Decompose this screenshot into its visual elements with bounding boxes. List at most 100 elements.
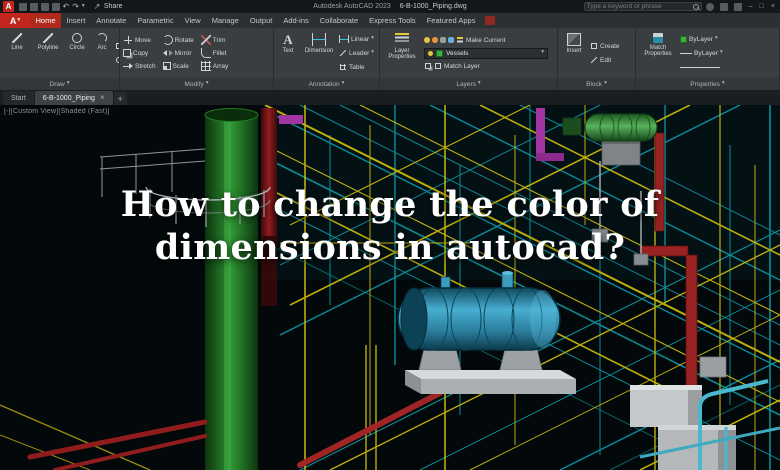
stretch-tool[interactable]: Stretch bbox=[123, 60, 156, 73]
dimension-icon bbox=[312, 33, 326, 46]
tab-annotate[interactable]: Annotate bbox=[91, 13, 132, 28]
make-current-label[interactable]: Make Current bbox=[466, 37, 505, 44]
close-tab-icon[interactable]: × bbox=[100, 94, 105, 102]
polyline-tool[interactable]: Polyline bbox=[34, 30, 62, 76]
application-menu-caret-icon: ▾ bbox=[17, 16, 21, 23]
viewport-controls[interactable]: [-][Custom View][Shaded (Fast)] bbox=[4, 108, 110, 115]
rectangle-icon[interactable] bbox=[116, 43, 119, 49]
tab-insert[interactable]: Insert bbox=[61, 13, 91, 28]
leader-tool[interactable]: Leader ▾ bbox=[339, 47, 374, 60]
search-box[interactable] bbox=[583, 2, 702, 11]
dimension-label: Dimension bbox=[304, 48, 334, 54]
layer-isolate-icon[interactable] bbox=[435, 63, 441, 69]
scale-tool[interactable]: Scale bbox=[162, 60, 194, 73]
mirror-tool[interactable]: Mirror bbox=[162, 47, 194, 60]
linetype-dropdown[interactable]: ByLayer ▾ bbox=[680, 47, 723, 60]
redo-icon[interactable]: ↷ bbox=[72, 2, 79, 11]
layer-on-icon[interactable] bbox=[424, 37, 430, 43]
panel-draw-footer[interactable]: Draw ▾ bbox=[0, 78, 119, 90]
tab-parametric[interactable]: Parametric bbox=[132, 13, 179, 28]
trim-tool[interactable]: Trim bbox=[200, 34, 229, 47]
insert-icon bbox=[567, 33, 581, 46]
tab-express-tools[interactable]: Express Tools bbox=[364, 13, 422, 28]
quick-access-caret-icon[interactable]: ▾ bbox=[82, 3, 85, 10]
match-properties-label: Match Properties bbox=[644, 45, 672, 58]
minimize-button[interactable]: – bbox=[747, 3, 755, 10]
lineweight-dropdown[interactable] bbox=[680, 61, 723, 74]
text-tool[interactable]: A Text bbox=[277, 30, 299, 76]
undo-icon[interactable]: ↶ bbox=[63, 2, 70, 11]
layer-lock-icon[interactable] bbox=[440, 37, 446, 43]
overlay-line-2: dimensions in autocad? bbox=[154, 227, 626, 269]
panel-block-footer[interactable]: Block ▾ bbox=[558, 78, 635, 90]
infocenter-icon[interactable] bbox=[484, 16, 495, 25]
rotate-tool[interactable]: Rotate bbox=[162, 34, 194, 47]
create-block-button[interactable]: Create bbox=[590, 40, 620, 53]
file-tab-start[interactable]: Start bbox=[3, 91, 34, 105]
file-tab-drawing[interactable]: 6-B-1000_Piping × bbox=[34, 91, 113, 105]
layer-dropdown[interactable]: Vessels ▾ bbox=[424, 47, 548, 59]
panel-properties-footer[interactable]: Properties ▾ bbox=[636, 78, 779, 90]
move-tool[interactable]: Move bbox=[123, 34, 156, 47]
linear-dimension-tool[interactable]: Linear ▾ bbox=[339, 33, 374, 46]
tab-home[interactable]: Home bbox=[30, 13, 62, 28]
rotate-label: Rotate bbox=[174, 36, 194, 44]
panel-annotation-footer[interactable]: Annotation ▾ bbox=[274, 78, 379, 90]
application-menu-button[interactable]: A ▾ bbox=[0, 13, 30, 28]
open-file-icon[interactable] bbox=[29, 2, 38, 11]
drawing-viewport[interactable]: [-][Custom View][Shaded (Fast)] How to c… bbox=[0, 105, 780, 470]
match-layer-label[interactable]: Match Layer bbox=[444, 63, 480, 70]
ellipse-icon[interactable] bbox=[116, 57, 119, 63]
panel-draw-caret-icon: ▾ bbox=[66, 80, 70, 87]
copy-tool[interactable]: Copy bbox=[123, 47, 156, 60]
layer-thaw-icon[interactable] bbox=[432, 37, 438, 43]
table-tool[interactable]: Table bbox=[339, 61, 374, 74]
dimension-tool[interactable]: Dimension bbox=[302, 30, 336, 76]
insert-block-button[interactable]: Insert bbox=[561, 30, 587, 76]
cart-icon[interactable] bbox=[720, 2, 729, 11]
layer-freeze-icon[interactable] bbox=[448, 37, 454, 43]
new-drawing-tab-button[interactable]: + bbox=[113, 92, 127, 105]
search-icon[interactable] bbox=[692, 3, 699, 10]
object-color-dropdown[interactable]: ByLayer ▾ bbox=[680, 33, 723, 46]
edit-block-button[interactable]: Edit bbox=[590, 54, 620, 67]
help-icon[interactable] bbox=[734, 2, 743, 11]
line-tool[interactable]: Line bbox=[3, 30, 31, 76]
panel-layers-footer[interactable]: Layers ▾ bbox=[380, 78, 557, 90]
3d-piping-model bbox=[0, 105, 780, 470]
make-current-icon[interactable] bbox=[457, 37, 463, 43]
arc-tool[interactable]: Arc bbox=[92, 30, 112, 76]
tab-view[interactable]: View bbox=[179, 13, 206, 28]
trim-icon bbox=[200, 35, 211, 45]
tab-collaborate[interactable]: Collaborate bbox=[314, 13, 363, 28]
save-icon[interactable] bbox=[40, 2, 49, 11]
panel-modify-footer[interactable]: Modify ▾ bbox=[120, 78, 273, 90]
panel-draw: Line Polyline Circle Arc Draw ▾ bbox=[0, 28, 120, 90]
layer-properties-button[interactable]: Layer Properties bbox=[383, 30, 421, 76]
autocad-logo-icon[interactable]: A bbox=[3, 1, 14, 12]
search-input[interactable] bbox=[586, 3, 691, 10]
stretch-icon bbox=[123, 61, 133, 71]
match-layer-icon[interactable] bbox=[425, 63, 431, 69]
share-button[interactable]: ↗ Share bbox=[92, 2, 123, 11]
match-properties-button[interactable]: Match Properties bbox=[639, 30, 677, 76]
circle-tool[interactable]: Circle bbox=[65, 30, 89, 76]
circle-icon bbox=[72, 33, 82, 43]
close-button[interactable]: × bbox=[769, 3, 777, 10]
tab-featured-apps[interactable]: Featured Apps bbox=[421, 13, 481, 28]
signin-avatar-icon[interactable] bbox=[706, 2, 715, 11]
arc-icon bbox=[97, 33, 107, 43]
line-label: Line bbox=[11, 45, 23, 51]
fillet-tool[interactable]: Fillet bbox=[200, 47, 229, 60]
tab-output[interactable]: Output bbox=[244, 13, 278, 28]
maximize-button[interactable]: □ bbox=[758, 3, 766, 10]
new-file-icon[interactable] bbox=[18, 2, 27, 11]
panel-modify-caret-icon: ▾ bbox=[205, 80, 209, 87]
ribbon-tab-bar: A ▾ Home Insert Annotate Parametric View… bbox=[0, 13, 780, 28]
plot-icon[interactable] bbox=[51, 2, 60, 11]
array-tool[interactable]: Array bbox=[200, 60, 228, 73]
copy-label: Copy bbox=[133, 49, 149, 57]
tab-addins[interactable]: Add-ins bbox=[278, 13, 314, 28]
tab-manage[interactable]: Manage bbox=[206, 13, 244, 28]
layer-bulb-icon bbox=[428, 50, 433, 56]
